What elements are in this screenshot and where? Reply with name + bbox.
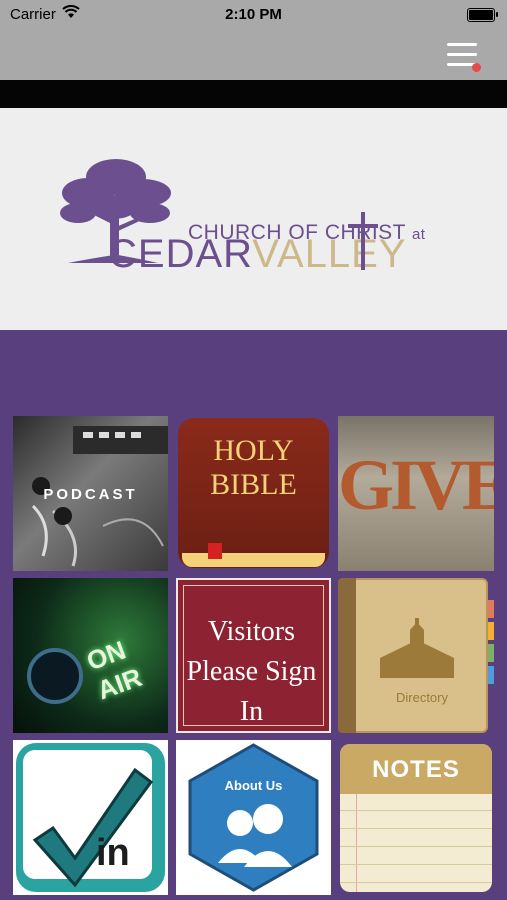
- status-bar: Carrier 2:10 PM: [0, 0, 507, 30]
- directory-tile[interactable]: Directory: [338, 578, 494, 733]
- tab-yellow: [488, 622, 494, 640]
- notes-margin-line: [356, 794, 357, 892]
- logo-valley: VALLEY: [252, 232, 407, 276]
- notes-rule: [340, 828, 492, 829]
- navigation-bar: [0, 30, 507, 80]
- check-in-label: in: [96, 832, 130, 874]
- give-label: GIVE: [338, 445, 494, 525]
- logo-cedar: CEDAR: [108, 232, 253, 276]
- tab-green: [488, 644, 494, 662]
- bible-pages: [182, 553, 325, 567]
- camera-icon: [27, 648, 83, 704]
- visitors-line2: Please Sign In: [186, 656, 317, 727]
- directory-spine: [338, 578, 356, 733]
- about-us-tile[interactable]: About Us: [176, 740, 331, 895]
- visitors-sign-in-tile[interactable]: Visitors Please Sign In: [176, 578, 331, 733]
- on-air-tile[interactable]: ON AIR: [13, 578, 168, 733]
- bible-title: HOLY BIBLE: [176, 434, 331, 502]
- tab-blue: [488, 666, 494, 684]
- bookmark-icon: [208, 543, 222, 559]
- notes-tile[interactable]: NOTES: [338, 740, 494, 895]
- check-in-tile[interactable]: in: [13, 740, 168, 895]
- give-tile[interactable]: GIVE: [338, 416, 494, 571]
- about-us-label: About Us: [224, 778, 283, 793]
- tab-red: [488, 600, 494, 618]
- cross-icon: [361, 212, 365, 270]
- bible-line2: BIBLE: [210, 468, 297, 501]
- visitors-text: Visitors Please Sign In: [176, 612, 327, 732]
- notes-rule: [340, 810, 492, 811]
- notes-rule: [340, 846, 492, 847]
- on-air-label: ON AIR: [82, 634, 146, 706]
- battery-icon: [467, 8, 498, 22]
- cross-bar: [348, 224, 378, 228]
- directory-label: Directory: [395, 690, 448, 705]
- notes-label: NOTES: [372, 756, 460, 783]
- divider-bar: [0, 80, 507, 108]
- logo-at: at: [411, 226, 426, 243]
- notes-rule: [340, 882, 492, 883]
- hexagon-icon: [188, 743, 319, 892]
- notification-dot: [472, 63, 481, 72]
- notepad-icon: NOTES: [340, 744, 492, 892]
- podcast-tile[interactable]: PODCAST: [13, 416, 168, 571]
- menu-button[interactable]: [447, 40, 481, 72]
- visitors-line1: Visitors: [208, 616, 295, 647]
- status-time: 2:10 PM: [225, 6, 282, 23]
- hamburger-line: [447, 53, 477, 56]
- bible-line1: HOLY: [213, 434, 294, 467]
- podcast-label: PODCAST: [43, 486, 138, 503]
- hamburger-menu-icon: [447, 43, 477, 46]
- church-icon: [380, 618, 454, 678]
- checkmark-icon: [32, 767, 154, 888]
- holy-bible-tile[interactable]: HOLY BIBLE: [176, 416, 331, 571]
- notes-rule: [340, 864, 492, 865]
